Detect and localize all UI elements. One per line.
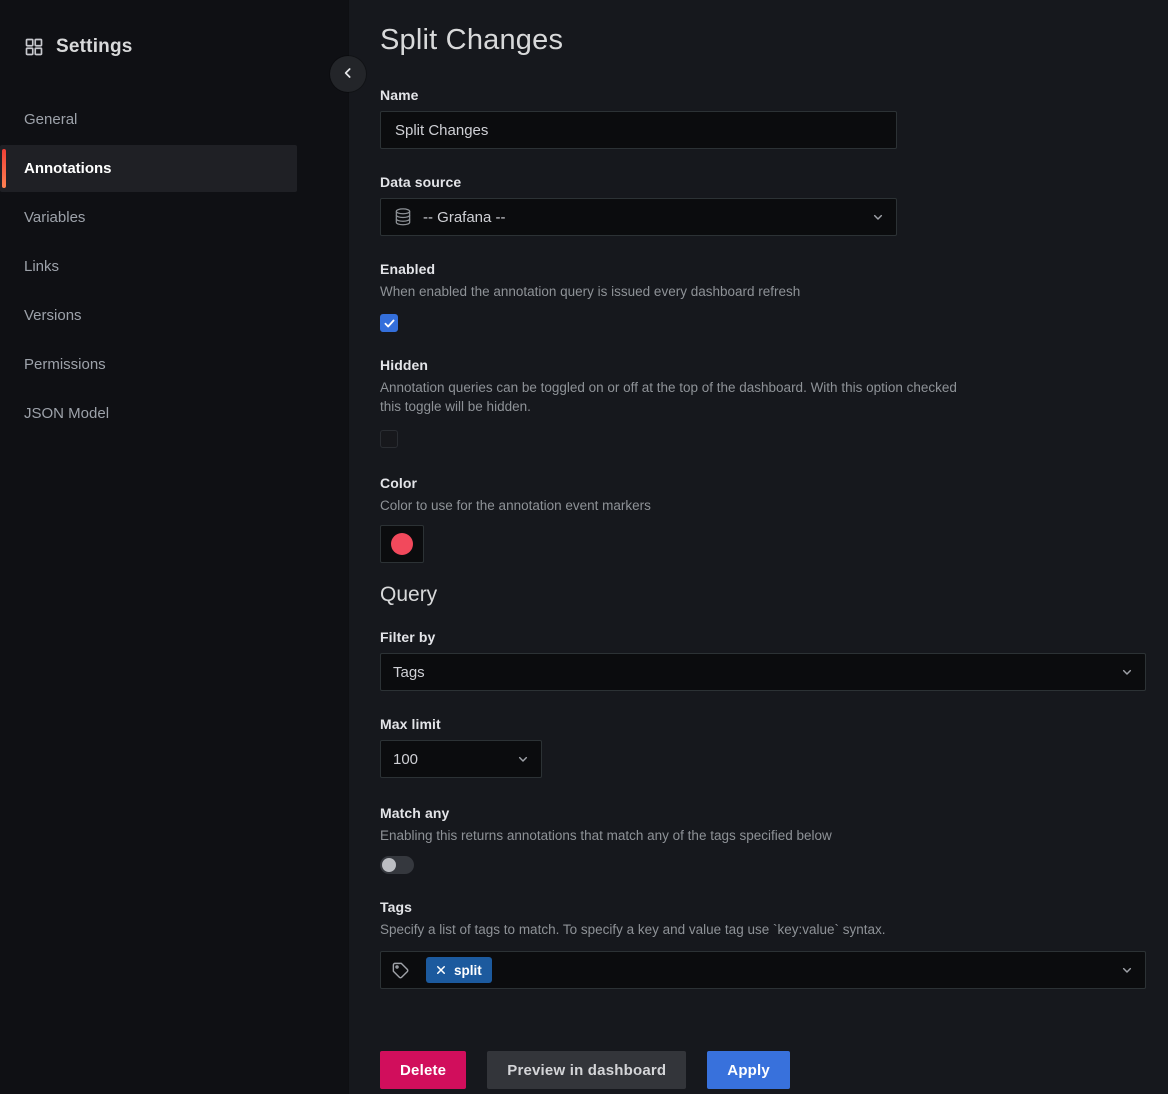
chevron-down-icon [515, 751, 531, 767]
dashboard-settings-page: Settings General Annotations Variables L… [0, 0, 1168, 1094]
tags-select[interactable]: split [380, 951, 1146, 989]
color-field-group: Color Color to use for the annotation ev… [380, 475, 1146, 563]
enabled-field-group: Enabled When enabled the annotation quer… [380, 261, 1146, 332]
tags-label: Tags [380, 899, 1146, 915]
apply-button[interactable]: Apply [707, 1051, 790, 1089]
sidebar-item-general[interactable]: General [0, 96, 297, 143]
data-source-label: Data source [380, 174, 1146, 190]
name-label: Name [380, 87, 1146, 103]
enabled-description: When enabled the annotation query is iss… [380, 282, 1146, 301]
sidebar-item-label: Permissions [24, 356, 106, 373]
active-indicator-bar [2, 149, 6, 188]
filter-by-value: Tags [393, 664, 425, 681]
apps-grid-icon [24, 37, 44, 57]
hidden-field-group: Hidden Annotation queries can be toggled… [380, 357, 1146, 448]
color-description: Color to use for the annotation event ma… [380, 496, 1146, 515]
query-section-heading: Query [380, 583, 1146, 607]
chevron-down-icon [1119, 664, 1135, 680]
enabled-label: Enabled [380, 261, 1146, 277]
max-limit-select[interactable]: 100 [380, 740, 542, 778]
settings-nav: General Annotations Variables Links Vers… [0, 96, 297, 437]
collapse-sidebar-button[interactable] [330, 56, 366, 92]
sidebar-item-versions[interactable]: Versions [0, 292, 297, 339]
data-source-field-group: Data source -- Grafana -- [380, 174, 1146, 236]
sidebar-item-label: Annotations [24, 160, 112, 177]
tag-chip-split[interactable]: split [426, 957, 492, 983]
preview-in-dashboard-button[interactable]: Preview in dashboard [487, 1051, 686, 1089]
sidebar-item-label: General [24, 111, 77, 128]
tag-chip-label: split [454, 963, 482, 978]
database-icon [393, 207, 413, 227]
sidebar-item-label: Versions [24, 307, 82, 324]
annotation-color-dot [391, 533, 413, 555]
toggle-knob [382, 858, 396, 872]
sidebar-item-json-model[interactable]: JSON Model [0, 390, 297, 437]
name-input[interactable] [380, 111, 897, 149]
filter-by-field-group: Filter by Tags [380, 629, 1146, 691]
sidebar-item-links[interactable]: Links [0, 243, 297, 290]
max-limit-value: 100 [393, 751, 418, 768]
chevron-left-icon [340, 65, 356, 84]
max-limit-field-group: Max limit 100 [380, 716, 1146, 778]
data-source-value: -- Grafana -- [423, 209, 506, 226]
sidebar-item-label: Variables [24, 209, 85, 226]
tags-field-group: Tags Specify a list of tags to match. To… [380, 899, 1146, 989]
chevron-down-icon [1119, 962, 1135, 978]
delete-button[interactable]: Delete [380, 1051, 466, 1089]
color-picker-button[interactable] [380, 525, 424, 563]
page-title: Split Changes [380, 24, 1146, 57]
match-any-label: Match any [380, 805, 1146, 821]
name-field-group: Name [380, 87, 1146, 149]
sidebar-item-annotations[interactable]: Annotations [0, 145, 297, 192]
tags-description: Specify a list of tags to match. To spec… [380, 920, 1146, 939]
hidden-description: Annotation queries can be toggled on or … [380, 378, 962, 416]
tag-icon [391, 961, 410, 980]
color-label: Color [380, 475, 1146, 491]
settings-header: Settings [0, 36, 348, 58]
settings-title: Settings [56, 36, 133, 58]
chevron-down-icon [870, 209, 886, 225]
x-icon [435, 964, 447, 976]
match-any-toggle[interactable] [380, 856, 414, 874]
sidebar-item-permissions[interactable]: Permissions [0, 341, 297, 388]
match-any-field-group: Match any Enabling this returns annotati… [380, 805, 1146, 874]
enabled-checkbox[interactable] [380, 314, 398, 332]
hidden-label: Hidden [380, 357, 1146, 373]
match-any-description: Enabling this returns annotations that m… [380, 826, 1146, 845]
annotation-settings-panel: Split Changes Name Data source -- Grafan… [348, 0, 1168, 1094]
max-limit-label: Max limit [380, 716, 1146, 732]
action-button-row: Delete Preview in dashboard Apply [380, 1051, 1146, 1089]
settings-sidebar: Settings General Annotations Variables L… [0, 0, 348, 1094]
filter-by-select[interactable]: Tags [380, 653, 1146, 691]
hidden-checkbox[interactable] [380, 430, 398, 448]
filter-by-label: Filter by [380, 629, 1146, 645]
sidebar-item-label: Links [24, 258, 59, 275]
sidebar-item-label: JSON Model [24, 405, 109, 422]
data-source-select[interactable]: -- Grafana -- [380, 198, 897, 236]
sidebar-item-variables[interactable]: Variables [0, 194, 297, 241]
